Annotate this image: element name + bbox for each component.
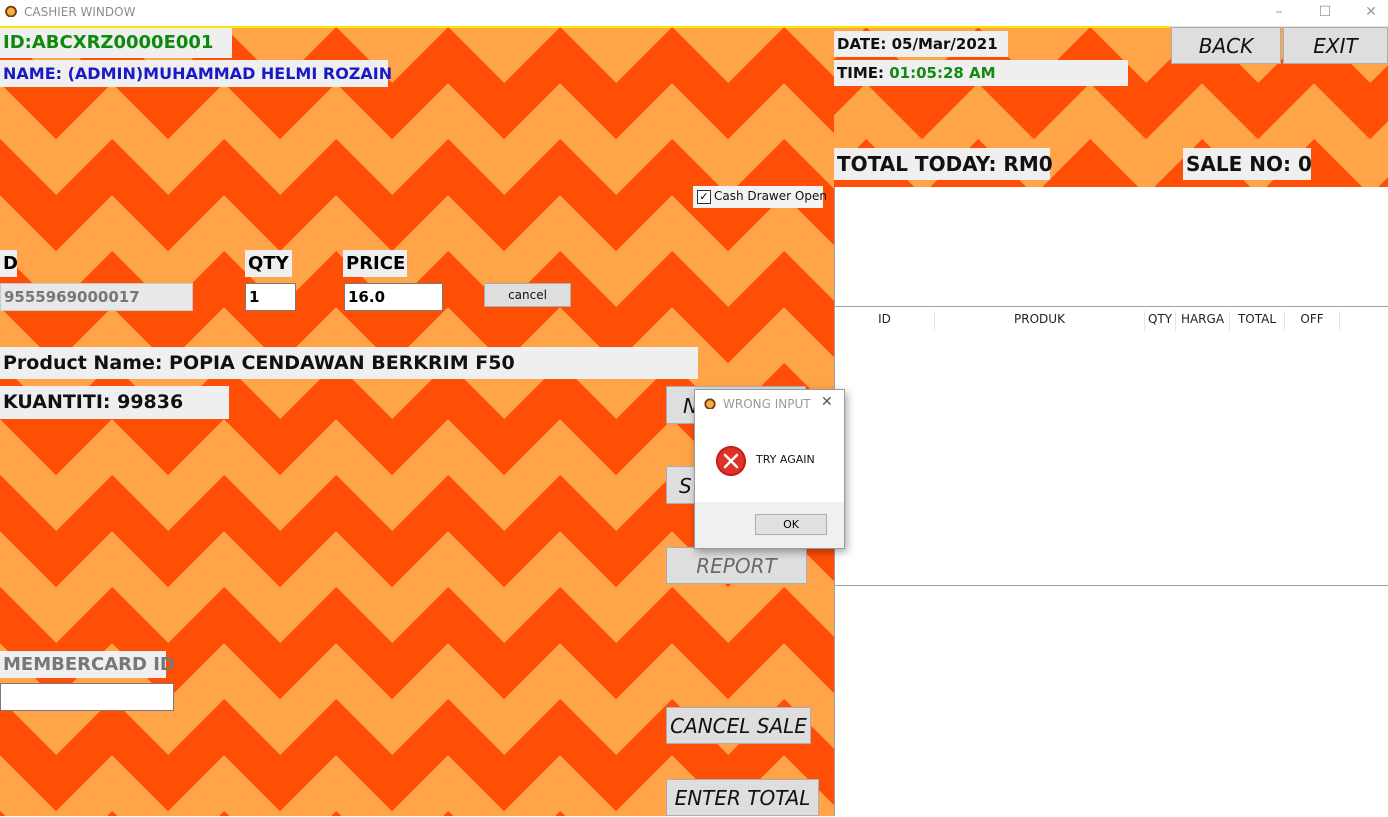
exit-button[interactable]: EXIT bbox=[1283, 27, 1388, 64]
time-prefix: TIME: bbox=[837, 64, 890, 82]
column-header-produk[interactable]: PRODUK bbox=[935, 311, 1145, 331]
bottom-panel bbox=[834, 586, 1388, 816]
dialog-ok-button[interactable]: OK bbox=[755, 514, 827, 535]
cancel-sale-button[interactable]: CANCEL SALE bbox=[666, 707, 811, 744]
sales-table[interactable] bbox=[834, 307, 1388, 586]
dialog-close-icon[interactable]: ✕ bbox=[821, 394, 833, 410]
kuantiti-label: KUANTITI: 99836 bbox=[0, 386, 229, 419]
maximize-button[interactable]: ☐ bbox=[1302, 0, 1348, 26]
error-icon bbox=[716, 446, 746, 476]
window-titlebar: CASHIER WINDOW – ☐ ✕ bbox=[0, 0, 1388, 27]
cash-drawer-label: Cash Drawer Open bbox=[714, 189, 827, 203]
time-value: 01:05:28 AM bbox=[889, 64, 996, 82]
cashier-name-label: NAME: (ADMIN)MUHAMMAD HELMI ROZAIN bbox=[0, 60, 392, 87]
wrong-input-dialog: WRONG INPUT ✕ TRY AGAIN OK bbox=[694, 389, 845, 549]
dialog-message: TRY AGAIN bbox=[756, 453, 815, 466]
receipt-display-panel bbox=[834, 187, 1388, 307]
membercard-label: MEMBERCARD ID bbox=[0, 651, 175, 678]
cancel-entry-button[interactable]: cancel bbox=[484, 283, 571, 307]
window-title: CASHIER WINDOW bbox=[24, 5, 136, 19]
total-today-label: TOTAL TODAY: RM0 bbox=[834, 148, 1053, 180]
price-input[interactable]: 16.0 bbox=[344, 283, 443, 311]
column-header-harga[interactable]: HARGA bbox=[1176, 311, 1230, 331]
column-header-off[interactable]: OFF bbox=[1285, 311, 1340, 331]
cash-drawer-checkbox[interactable]: ✓ Cash Drawer Open bbox=[693, 186, 827, 208]
entry-id-header: D bbox=[0, 250, 18, 277]
date-value: 05/Mar/2021 bbox=[891, 35, 998, 53]
close-button[interactable]: ✕ bbox=[1348, 0, 1388, 26]
dialog-app-icon bbox=[703, 398, 717, 409]
entry-qty-header: QTY bbox=[245, 250, 292, 277]
date-prefix: DATE: bbox=[837, 35, 892, 53]
back-button[interactable]: BACK bbox=[1171, 27, 1281, 64]
dialog-title: WRONG INPUT bbox=[723, 397, 811, 411]
error-x-icon bbox=[723, 453, 739, 469]
report-button[interactable]: REPORT bbox=[666, 547, 807, 584]
date-label: DATE: 05/Mar/2021 bbox=[834, 31, 1008, 57]
membercard-input[interactable] bbox=[0, 683, 174, 711]
cashier-id-label: ID:ABCXRZ0000E001 bbox=[0, 28, 232, 58]
minimize-button[interactable]: – bbox=[1256, 0, 1302, 26]
time-label: TIME: 01:05:28 AM bbox=[834, 60, 1128, 86]
sale-no-label: SALE NO: 0 bbox=[1183, 148, 1312, 180]
column-header-total[interactable]: TOTAL bbox=[1230, 311, 1285, 331]
column-header-qty[interactable]: QTY bbox=[1145, 311, 1176, 331]
product-name-label: Product Name: POPIA CENDAWAN BERKRIM F50 bbox=[0, 347, 698, 379]
enter-total-button[interactable]: ENTER TOTAL bbox=[666, 779, 819, 816]
checkbox-check-icon[interactable]: ✓ bbox=[697, 190, 711, 204]
product-id-input[interactable]: 9555969000017 bbox=[0, 283, 193, 311]
qty-input[interactable]: 1 bbox=[245, 283, 296, 311]
entry-price-header: PRICE bbox=[343, 250, 407, 277]
column-header-id[interactable]: ID bbox=[835, 311, 935, 331]
app-icon bbox=[4, 5, 18, 17]
